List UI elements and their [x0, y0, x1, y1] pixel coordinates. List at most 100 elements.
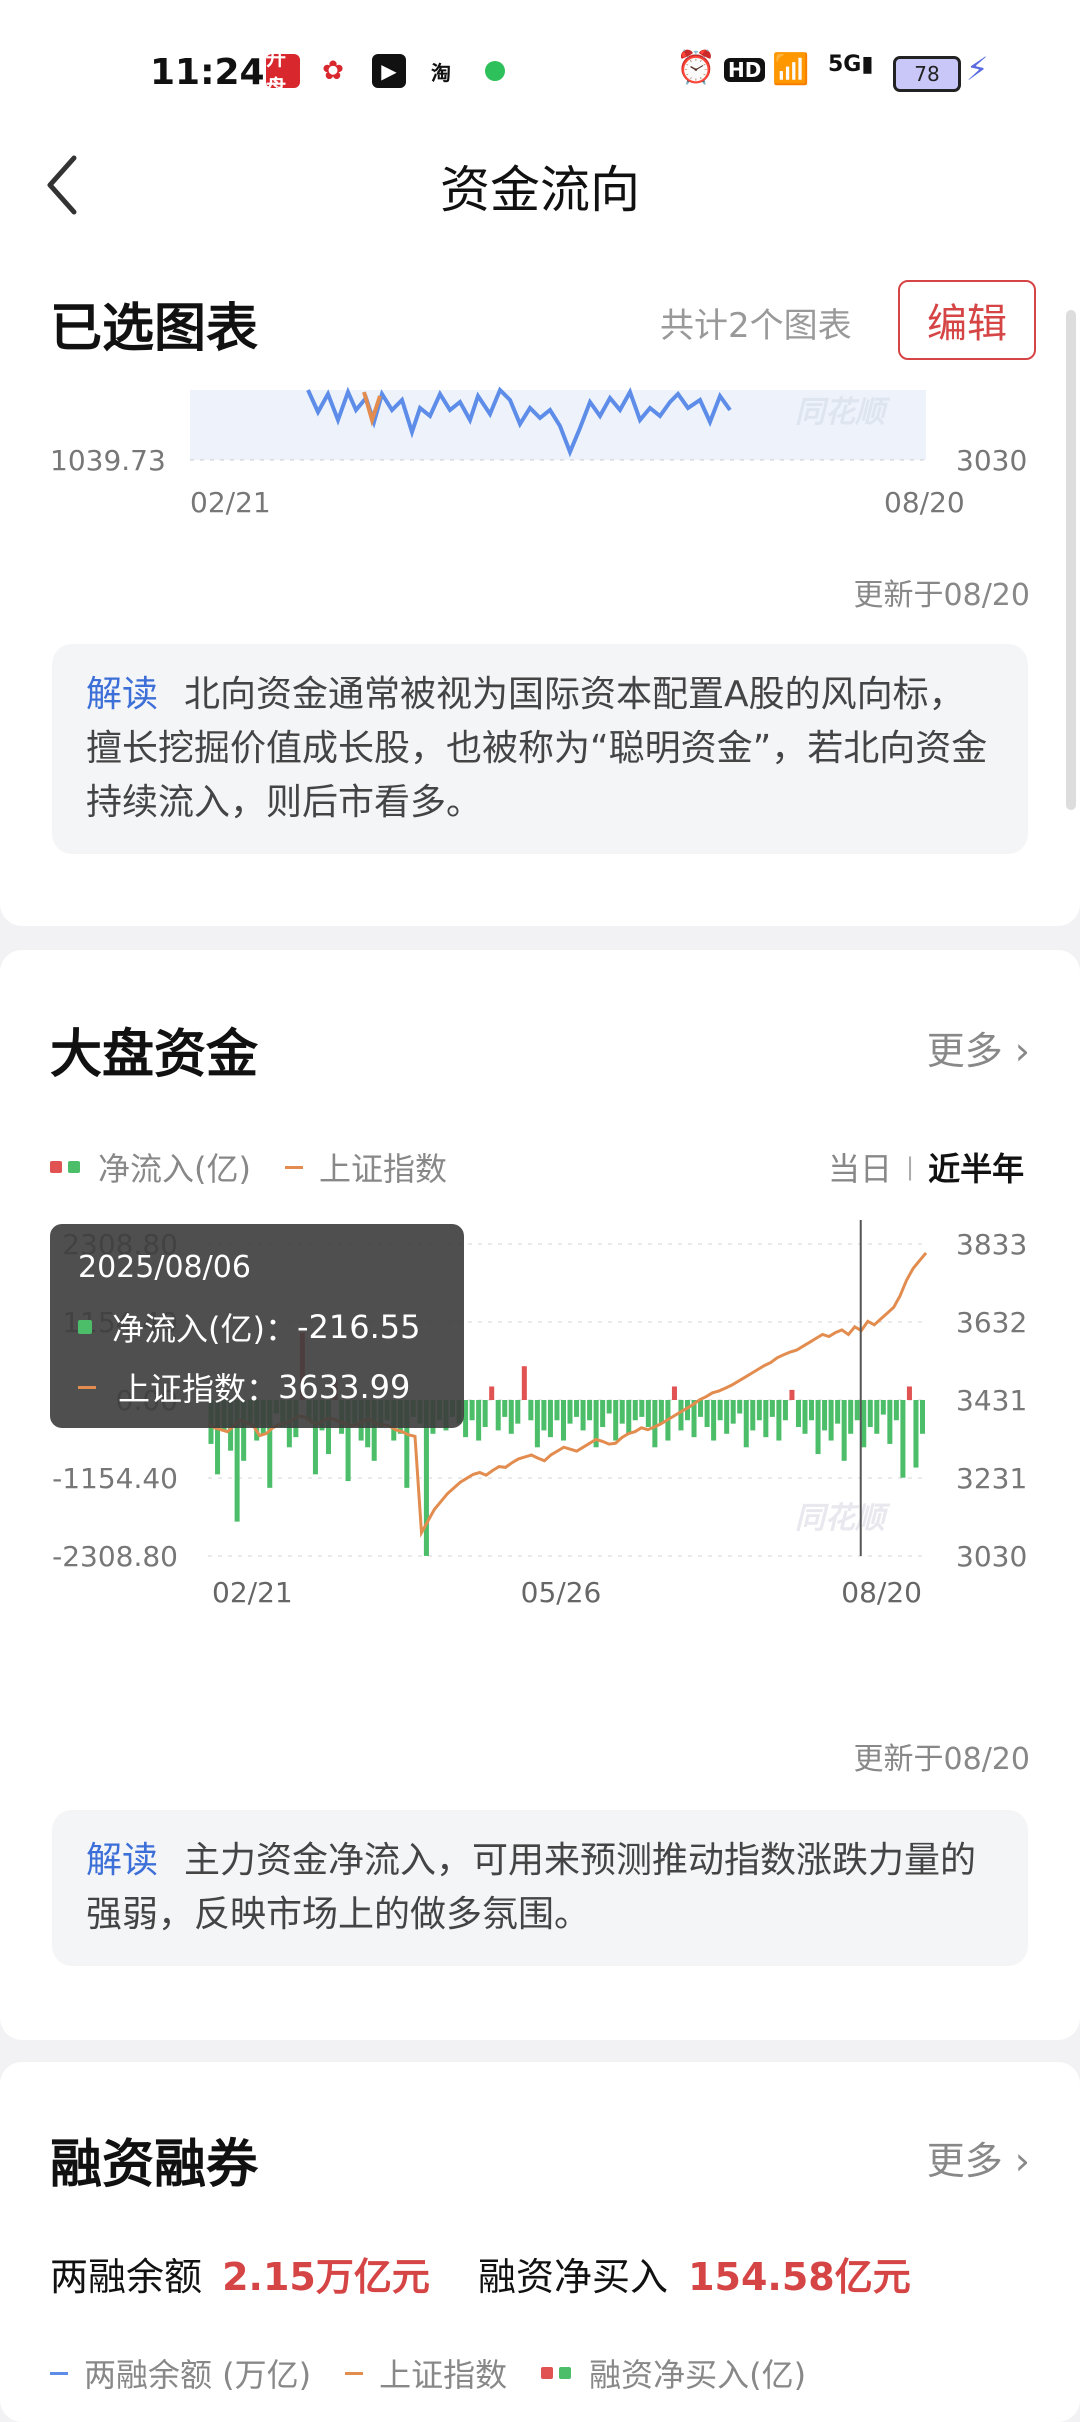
net-inflow-bar	[469, 1400, 475, 1421]
net-inflow-bar	[541, 1400, 547, 1431]
net-inflow-bar	[560, 1400, 566, 1441]
page-title: 资金流向	[440, 161, 640, 219]
chart-tooltip: 2025/08/06 净流入(亿)： -216.55 上证指数： 3633.99	[50, 1224, 464, 1428]
net-inflow-bar	[724, 1400, 730, 1434]
chevron-right-icon: ›	[1014, 2139, 1030, 2183]
index-line-icon	[345, 2371, 364, 2375]
tooltip-index-label: 上证指数：	[118, 1370, 279, 1408]
net-inflow-bar	[861, 1400, 867, 1448]
net-inflow-bar	[867, 1400, 873, 1428]
net-inflow-bar	[730, 1400, 736, 1424]
net-inflow-bar	[835, 1400, 841, 1424]
legend-index: 上证指数	[318, 1150, 447, 1188]
net-inflow-bar	[906, 1386, 912, 1400]
net-inflow-bar	[658, 1400, 664, 1424]
net-buy-label: 融资净买入	[477, 2255, 668, 2299]
y-tick-right: 3632	[956, 1306, 1027, 1339]
interpretation-text: 主力资金净流入，可用来预测推动指数涨跌力量的强弱，反映市场上的做多氛围。	[86, 1840, 977, 1935]
net-inflow-bar	[671, 1386, 677, 1400]
kaipan-app-icon: 开盘	[266, 46, 300, 99]
net-inflow-bar	[528, 1400, 534, 1421]
net-buy-value: 154.58亿元	[688, 2255, 911, 2299]
index-line-icon	[284, 1165, 303, 1169]
y-axis-left-label: 1039.73	[50, 444, 166, 477]
market-funds-card: 大盘资金 更多 › 净流入(亿) 上证指数 当日 | 近半年 2308.8038…	[0, 950, 1080, 2040]
battery-icon: 78	[893, 56, 961, 92]
range-separator: |	[906, 1153, 915, 1181]
taobao-app-icon: 淘	[431, 60, 451, 85]
net-inflow-bar	[678, 1400, 684, 1431]
range-half-year-tab[interactable]: 近半年	[928, 1144, 1024, 1190]
up-dot-icon	[541, 2367, 554, 2379]
legend-index: 上证指数	[379, 2356, 508, 2394]
net-inflow-bar	[476, 1400, 482, 1441]
net-inflow-bar	[534, 1400, 540, 1448]
section-title-margin: 融资融券	[50, 2135, 259, 2195]
net-inflow-bar	[795, 1400, 801, 1428]
net-inflow-bar	[632, 1400, 638, 1421]
margin-trading-card: 融资融券 更多 › 两融余额 2.15万亿元 融资净买入 154.58亿元 两融…	[0, 2062, 1080, 2422]
net-inflow-bar	[769, 1400, 775, 1417]
net-inflow-bar	[717, 1400, 723, 1421]
more-link-market[interactable]: 更多 ›	[927, 1020, 1030, 1075]
net-inflow-bar	[900, 1400, 906, 1478]
section-title-market: 大盘资金	[50, 1025, 259, 1085]
range-toggle: 当日 | 近半年	[828, 1144, 1024, 1190]
signal-5g-icon: 5G▮	[828, 52, 874, 77]
net-inflow-bar	[521, 1366, 527, 1400]
interpretation-text: 北向资金通常被视为国际资本配置A股的风向标，擅长挖掘价值成长股，也被称为“聪明资…	[86, 674, 988, 823]
y-tick-left: -2308.80	[52, 1540, 178, 1573]
chart-count: 共计2个图表	[660, 306, 852, 346]
net-inflow-bar	[587, 1400, 593, 1421]
net-inflow-bar	[763, 1400, 769, 1438]
net-inflow-bar	[848, 1400, 854, 1434]
net-inflow-bar	[639, 1400, 645, 1417]
net-inflow-bar	[619, 1400, 625, 1424]
net-inflow-bar	[489, 1386, 495, 1400]
updated-label-market: 更新于08/20	[853, 1742, 1030, 1777]
net-inflow-bar	[737, 1400, 743, 1414]
x-tick: 08/20	[841, 1576, 922, 1609]
tooltip-index-row: 上证指数： 3633.99	[78, 1364, 410, 1410]
net-inflow-bar	[645, 1400, 651, 1428]
x-axis-end: 08/20	[884, 486, 965, 519]
net-inflow-bar	[606, 1400, 612, 1414]
net-inflow-bar	[698, 1400, 704, 1417]
play-app-icon: ▶	[372, 54, 406, 88]
net-inflow-bar	[815, 1400, 821, 1455]
y-tick-right: 3833	[956, 1228, 1027, 1261]
tooltip-net-label: 净流入(亿)：	[112, 1310, 297, 1348]
net-inflow-bar	[782, 1400, 788, 1421]
selected-charts-card: 已选图表 共计2个图表 编辑 同花顺 1039.73 3030 02/21 08…	[0, 260, 1080, 926]
net-inflow-bar	[874, 1400, 880, 1434]
x-tick: 02/21	[212, 1576, 293, 1609]
tooltip-date: 2025/08/06	[78, 1250, 251, 1285]
net-inflow-bar	[828, 1400, 834, 1441]
balance-label: 两融余额	[50, 2255, 203, 2299]
balance-value: 2.15万亿元	[222, 2255, 430, 2299]
range-day-tab[interactable]: 当日	[828, 1144, 892, 1190]
net-dot-icon	[78, 1320, 92, 1334]
interpretation-box-market: 解读 主力资金净流入，可用来预测推动指数涨跌力量的强弱，反映市场上的做多氛围。	[52, 1810, 1028, 1966]
margin-legend: 两融余额 (万亿) 上证指数 融资净买入(亿)	[50, 2350, 806, 2396]
net-inflow-bar	[574, 1400, 580, 1417]
down-dot-icon	[68, 1161, 80, 1173]
more-label: 更多	[926, 1029, 1003, 1073]
net-inflow-bar	[919, 1400, 925, 1434]
down-dot-icon	[559, 2367, 572, 2379]
net-inflow-bar	[841, 1400, 847, 1461]
tooltip-net-row: 净流入(亿)： -216.55	[78, 1304, 421, 1350]
alarm-icon: ⏰	[676, 48, 716, 86]
net-inflow-bar	[547, 1400, 553, 1438]
net-inflow-bar	[893, 1400, 899, 1421]
net-inflow-bar	[502, 1400, 508, 1417]
section-title-selected: 已选图表	[50, 299, 259, 359]
tooltip-net-value: -216.55	[296, 1308, 421, 1346]
charging-icon: ⚡	[966, 50, 989, 88]
interpretation-tag: 解读	[86, 674, 159, 715]
more-link-margin[interactable]: 更多 ›	[927, 2130, 1030, 2185]
legend-net-buy: 融资净买入(亿)	[589, 2356, 807, 2394]
net-inflow-bar	[822, 1400, 828, 1431]
edit-button[interactable]: 编辑	[898, 280, 1036, 360]
scrollbar[interactable]	[1066, 310, 1076, 810]
